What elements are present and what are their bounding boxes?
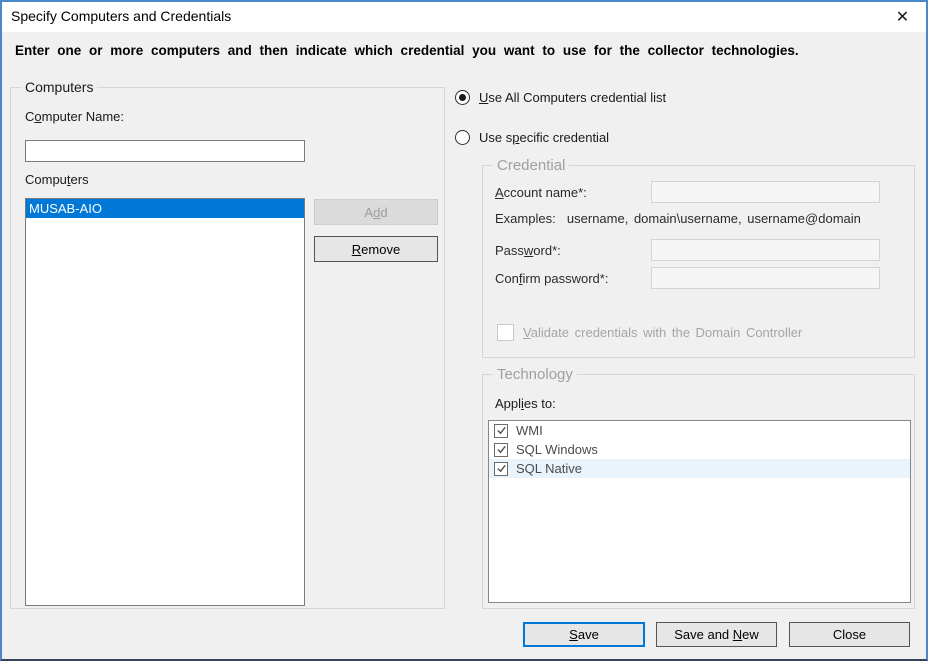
account-name-examples: Examples: username, domain\username, use… (495, 211, 861, 226)
computers-group-label: Computers (21, 79, 97, 95)
validate-credentials-label: Validate credentials with the Domain Con… (523, 325, 802, 340)
computer-name-input[interactable] (25, 140, 305, 162)
radio-use-all-computers[interactable]: Use All Computers credential list (455, 89, 666, 105)
save-button[interactable]: Save (523, 622, 645, 647)
technology-listbox[interactable]: WMI SQL Windows SQL Native (488, 420, 911, 603)
technology-row-sql-windows[interactable]: SQL Windows (489, 440, 910, 459)
close-icon: ✕ (896, 7, 909, 26)
technology-group-label: Technology (493, 366, 577, 383)
close-button[interactable]: ✕ (880, 2, 925, 31)
instruction-text: Enter one or more computers and then ind… (15, 43, 799, 58)
title-bar: Specify Computers and Credentials ✕ (2, 2, 926, 32)
computers-group: Computers Computer Name: Computers MUSAB… (10, 87, 445, 609)
remove-button[interactable]: Remove (314, 236, 438, 262)
account-name-label: Account name*: (495, 185, 587, 200)
close-dialog-button[interactable]: Close (789, 622, 910, 647)
confirm-password-label: Confirm password*: (495, 271, 608, 286)
radio-button-icon (455, 90, 470, 105)
checkbox-unchecked-icon (497, 324, 514, 341)
computers-listbox[interactable]: MUSAB-AIO (25, 198, 305, 606)
technology-row-label: SQL Windows (516, 442, 598, 457)
check-icon (496, 463, 507, 474)
technology-group: Technology Applies to: WMI SQL Windows S… (482, 374, 915, 609)
checkbox-checked-icon[interactable] (494, 424, 508, 438)
technology-row-label: SQL Native (516, 461, 582, 476)
confirm-password-input (651, 267, 880, 289)
technology-row-wmi[interactable]: WMI (489, 421, 910, 440)
password-input (651, 239, 880, 261)
checkbox-checked-icon[interactable] (494, 443, 508, 457)
computer-list-item[interactable]: MUSAB-AIO (26, 199, 304, 218)
computers-list-label: Computers (25, 172, 89, 187)
window-title: Specify Computers and Credentials (11, 8, 231, 24)
technology-row-sql-native[interactable]: SQL Native (489, 459, 910, 478)
check-icon (496, 444, 507, 455)
password-label: Password*: (495, 243, 561, 258)
radio-use-specific-credential[interactable]: Use specific credential (455, 129, 609, 145)
computer-name-label: Computer Name: (25, 109, 124, 124)
check-icon (496, 425, 507, 436)
save-and-new-button[interactable]: Save and New (656, 622, 777, 647)
account-name-input (651, 181, 880, 203)
credential-group-label: Credential (493, 157, 569, 174)
add-button: Add (314, 199, 438, 225)
validate-credentials-checkbox-row: Validate credentials with the Domain Con… (497, 324, 802, 341)
credential-group: Credential Account name*: Examples: user… (482, 165, 915, 358)
radio-use-all-label: Use All Computers credential list (479, 90, 666, 105)
technology-row-label: WMI (516, 423, 543, 438)
radio-button-icon (455, 130, 470, 145)
checkbox-checked-icon[interactable] (494, 462, 508, 476)
applies-to-label: Applies to: (495, 396, 556, 411)
dialog-specify-computers-credentials: Specify Computers and Credentials ✕ Ente… (0, 0, 928, 661)
radio-use-specific-label: Use specific credential (479, 130, 609, 145)
